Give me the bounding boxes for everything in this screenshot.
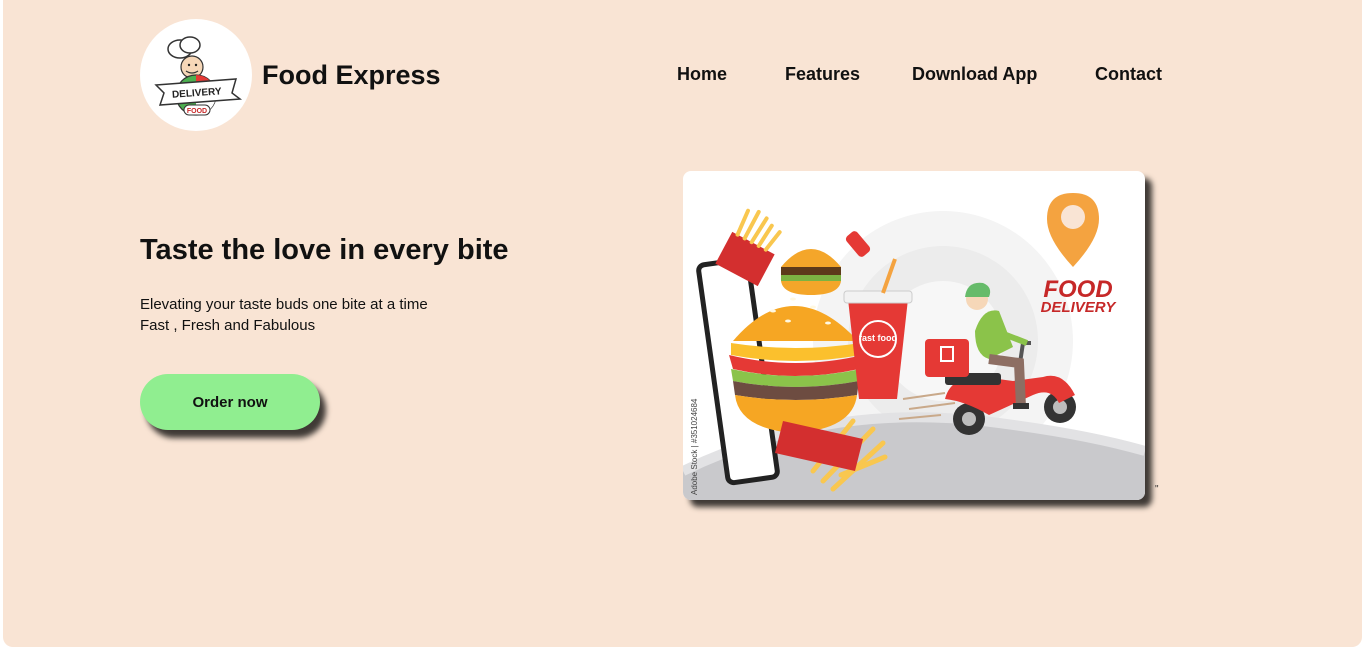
food-delivery-illustration: fast food FOOD DELIVERY Adobe Stock | #3… [683,171,1145,500]
stock-watermark: Adobe Stock | #351024684 [690,398,699,495]
hero-subtitle: Elevating your taste buds one bite at a … [140,294,428,336]
cup-label: fast food [859,333,897,343]
hero-subtitle-line-1: Elevating your taste buds one bite at a … [140,296,428,313]
delivery-scene-image: fast food FOOD DELIVERY Adobe Stock | #3… [683,193,1145,500]
page-container: DELIVERY FOOD Food Express Home Features… [3,0,1362,647]
logo-text-food: FOOD [187,108,207,115]
illustration-heading-delivery: DELIVERY [1041,299,1118,316]
trailing-quote-mark: " [1155,484,1159,495]
nav-link-download-app[interactable]: Download App [912,64,1037,85]
main-nav: Home Features Download App Contact [3,64,1362,88]
nav-link-home[interactable]: Home [677,64,727,85]
hero-title: Taste the love in every bite [140,234,509,266]
nav-link-contact[interactable]: Contact [1095,64,1162,85]
nav-link-features[interactable]: Features [785,64,860,85]
hero-subtitle-line-2: Fast , Fresh and Fabulous [140,317,316,334]
order-now-button[interactable]: Order now [140,374,320,430]
